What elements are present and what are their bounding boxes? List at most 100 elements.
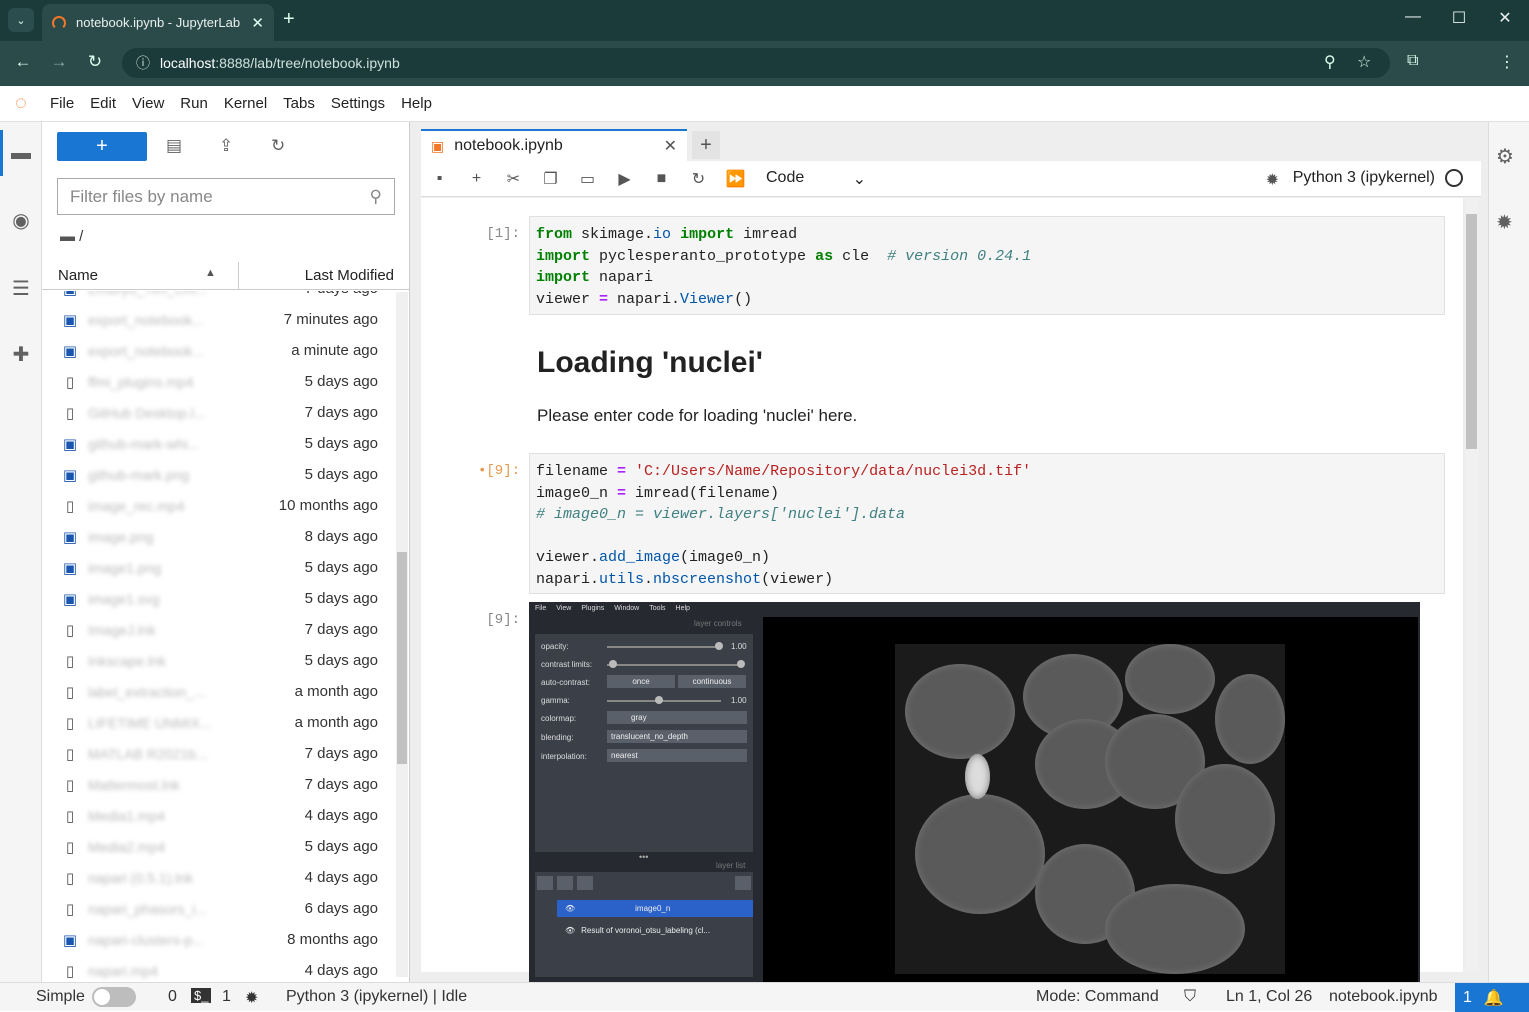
tab-search-button[interactable]: ⌄ [8, 8, 34, 32]
image-file-icon: ▣ [62, 931, 78, 949]
extensions-icon[interactable]: ⧉ [1407, 52, 1418, 70]
save-icon[interactable]: ▪ [421, 170, 458, 188]
file-row[interactable]: ▯ LIFETIME UNMIX... a month ago [42, 707, 394, 738]
notebook-scrollbar-thumb[interactable] [1466, 214, 1477, 449]
tab-notebook[interactable]: ▣ notebook.ipynb ✕ [421, 129, 687, 161]
maximize-icon[interactable]: ☐ [1444, 8, 1474, 28]
kernel-status[interactable]: Python 3 (ipykernel) | Idle [286, 988, 467, 1006]
new-tab-button[interactable]: + [692, 131, 720, 159]
terminal-icon: $_ [191, 988, 212, 1003]
insert-cell-icon[interactable]: + [458, 170, 495, 188]
minimize-icon[interactable]: — [1398, 8, 1428, 26]
file-row[interactable]: ▣ image1.svg 5 days ago [42, 583, 394, 614]
debugger-icon[interactable]: ✹ [1496, 210, 1513, 235]
column-name-header[interactable]: Name [58, 267, 98, 284]
file-row[interactable]: ▣ Embryo_Tim_Chi...7 days ago [42, 291, 394, 304]
file-row[interactable]: ▯ Mattermost.lnk 7 days ago [42, 769, 394, 800]
menu-view[interactable]: View [124, 95, 172, 112]
file-row[interactable]: ▯ image_rec.mp4 10 months ago [42, 490, 394, 521]
breadcrumb[interactable]: ▬ / [60, 228, 83, 245]
menu-edit[interactable]: Edit [82, 95, 124, 112]
folder-icon[interactable]: ▬ [8, 142, 34, 168]
bookmark-star-icon[interactable]: ☆ [1357, 52, 1371, 72]
menu-kernel[interactable]: Kernel [216, 95, 275, 112]
cursor-position[interactable]: Ln 1, Col 26 [1226, 988, 1312, 1006]
file-modified: 8 months ago [287, 931, 378, 948]
file-list-scrollbar-thumb[interactable] [397, 552, 407, 764]
menu-help[interactable]: Help [393, 95, 440, 112]
file-modified: 5 days ago [304, 838, 378, 855]
notification-count: 1 [1463, 988, 1472, 1006]
site-info-icon[interactable]: ⓘ [136, 53, 150, 73]
file-row[interactable]: ▣ github-mark-whi... 5 days ago [42, 428, 394, 459]
upload-icon[interactable]: ⇪ [219, 136, 233, 156]
run-all-icon[interactable]: ⏩ [717, 169, 754, 189]
browser-tab[interactable]: notebook.ipynb - JupyterLab ✕ [42, 4, 274, 41]
filter-files-input[interactable]: Filter files by name ⚲ [57, 178, 395, 215]
interpolation-label: interpolation: [541, 752, 587, 761]
notifications-button[interactable]: 1 🔔 [1455, 983, 1529, 1012]
file-modified: 5 days ago [304, 559, 378, 576]
file-row[interactable]: ▣ napari-clusters-p... 8 months ago [42, 924, 394, 955]
run-icon[interactable]: ▶ [606, 169, 643, 189]
menu-file[interactable]: File [42, 95, 82, 112]
url-input[interactable]: ⓘ localhost:8888/lab/tree/notebook.ipynb [122, 48, 1390, 78]
menu-tabs[interactable]: Tabs [275, 95, 323, 112]
running-terminals-icon[interactable]: ◉ [8, 208, 34, 234]
kernel-indicator[interactable]: Python 3 (ipykernel) [1293, 169, 1463, 187]
contrast-knob-max [737, 660, 745, 668]
forward-icon[interactable]: → [47, 52, 71, 72]
terminals-count[interactable]: 0 [168, 988, 177, 1006]
file-row[interactable]: ▣ image1.png 5 days ago [42, 552, 394, 583]
refresh-icon[interactable]: ↻ [271, 136, 285, 156]
breadcrumb-root[interactable]: / [79, 228, 83, 245]
new-tab-icon[interactable]: + [283, 8, 295, 31]
file-row[interactable]: ▯ ffmi_plugins.mp4 5 days ago [42, 366, 394, 397]
file-row[interactable]: ▯ Inkscape.lnk 5 days ago [42, 645, 394, 676]
file-row[interactable]: ▯ napari (0.5.1).lnk 4 days ago [42, 862, 394, 893]
file-row[interactable]: ▯ Media2.mp4 5 days ago [42, 831, 394, 862]
file-row[interactable]: ▣ github-mark.png 5 days ago [42, 459, 394, 490]
code-cell-2[interactable]: filename = 'C:/Users/Name/Repository/dat… [529, 453, 1445, 594]
points-layer-icon [537, 876, 553, 890]
property-inspector-icon[interactable]: ⚙ [1496, 144, 1514, 169]
close-icon[interactable]: ✕ [664, 136, 677, 156]
paste-icon[interactable]: ▭ [569, 169, 606, 189]
file-row[interactable]: ▯ label_extraction_... a month ago [42, 676, 394, 707]
zoom-icon[interactable]: ⚲ [1324, 52, 1336, 72]
sort-ascending-icon[interactable]: ▲ [205, 267, 216, 279]
new-launcher-button[interactable]: + [57, 132, 147, 161]
labels-layer-icon [577, 876, 593, 890]
copy-icon[interactable]: ❐ [532, 169, 569, 189]
file-row[interactable]: ▯ Media1.mp4 4 days ago [42, 800, 394, 831]
simple-mode-toggle[interactable] [92, 987, 136, 1007]
reload-icon[interactable]: ↻ [83, 52, 107, 72]
file-row[interactable]: ▣ export_notebook... 7 minutes ago [42, 304, 394, 335]
menu-settings[interactable]: Settings [323, 95, 393, 112]
new-folder-icon[interactable]: ▤ [166, 136, 182, 156]
table-of-contents-icon[interactable]: ☰ [8, 276, 34, 302]
file-row[interactable]: ▣ export_notebook... a minute ago [42, 335, 394, 366]
restart-icon[interactable]: ↻ [680, 169, 717, 189]
debugger-icon[interactable]: ✹ [1266, 170, 1279, 190]
extension-manager-icon[interactable]: ✚ [8, 342, 34, 368]
menu-run[interactable]: Run [172, 95, 216, 112]
back-icon[interactable]: ← [11, 52, 35, 72]
file-row[interactable]: ▯ MATLAB R2021b... 7 days ago [42, 738, 394, 769]
file-row[interactable]: ▯ GitHub Desktop.l... 7 days ago [42, 397, 394, 428]
close-tab-icon[interactable]: ✕ [251, 14, 264, 32]
browser-menu-icon[interactable]: ⋮ [1499, 52, 1515, 72]
file-row[interactable]: ▯ ImageJ.lnk 7 days ago [42, 614, 394, 645]
cut-icon[interactable]: ✂ [495, 169, 532, 189]
cell-type-select[interactable]: Code ⌄ [766, 169, 866, 189]
stop-icon[interactable]: ■ [643, 170, 680, 188]
file-row[interactable]: ▯ napari.mp4 4 days ago [42, 955, 394, 981]
file-modified: 7 days ago [304, 404, 378, 421]
code-cell-1[interactable]: from skimage.io import imread import pyc… [529, 216, 1445, 315]
file-row[interactable]: ▣ image.png 8 days ago [42, 521, 394, 552]
close-window-icon[interactable]: ✕ [1490, 8, 1520, 28]
trust-icon: ⛉ [1184, 988, 1197, 1005]
kernels-count[interactable]: 1 [222, 988, 231, 1006]
file-row[interactable]: ▯ napari_phasors_i... 6 days ago [42, 893, 394, 924]
column-modified-header[interactable]: Last Modified [305, 267, 394, 284]
